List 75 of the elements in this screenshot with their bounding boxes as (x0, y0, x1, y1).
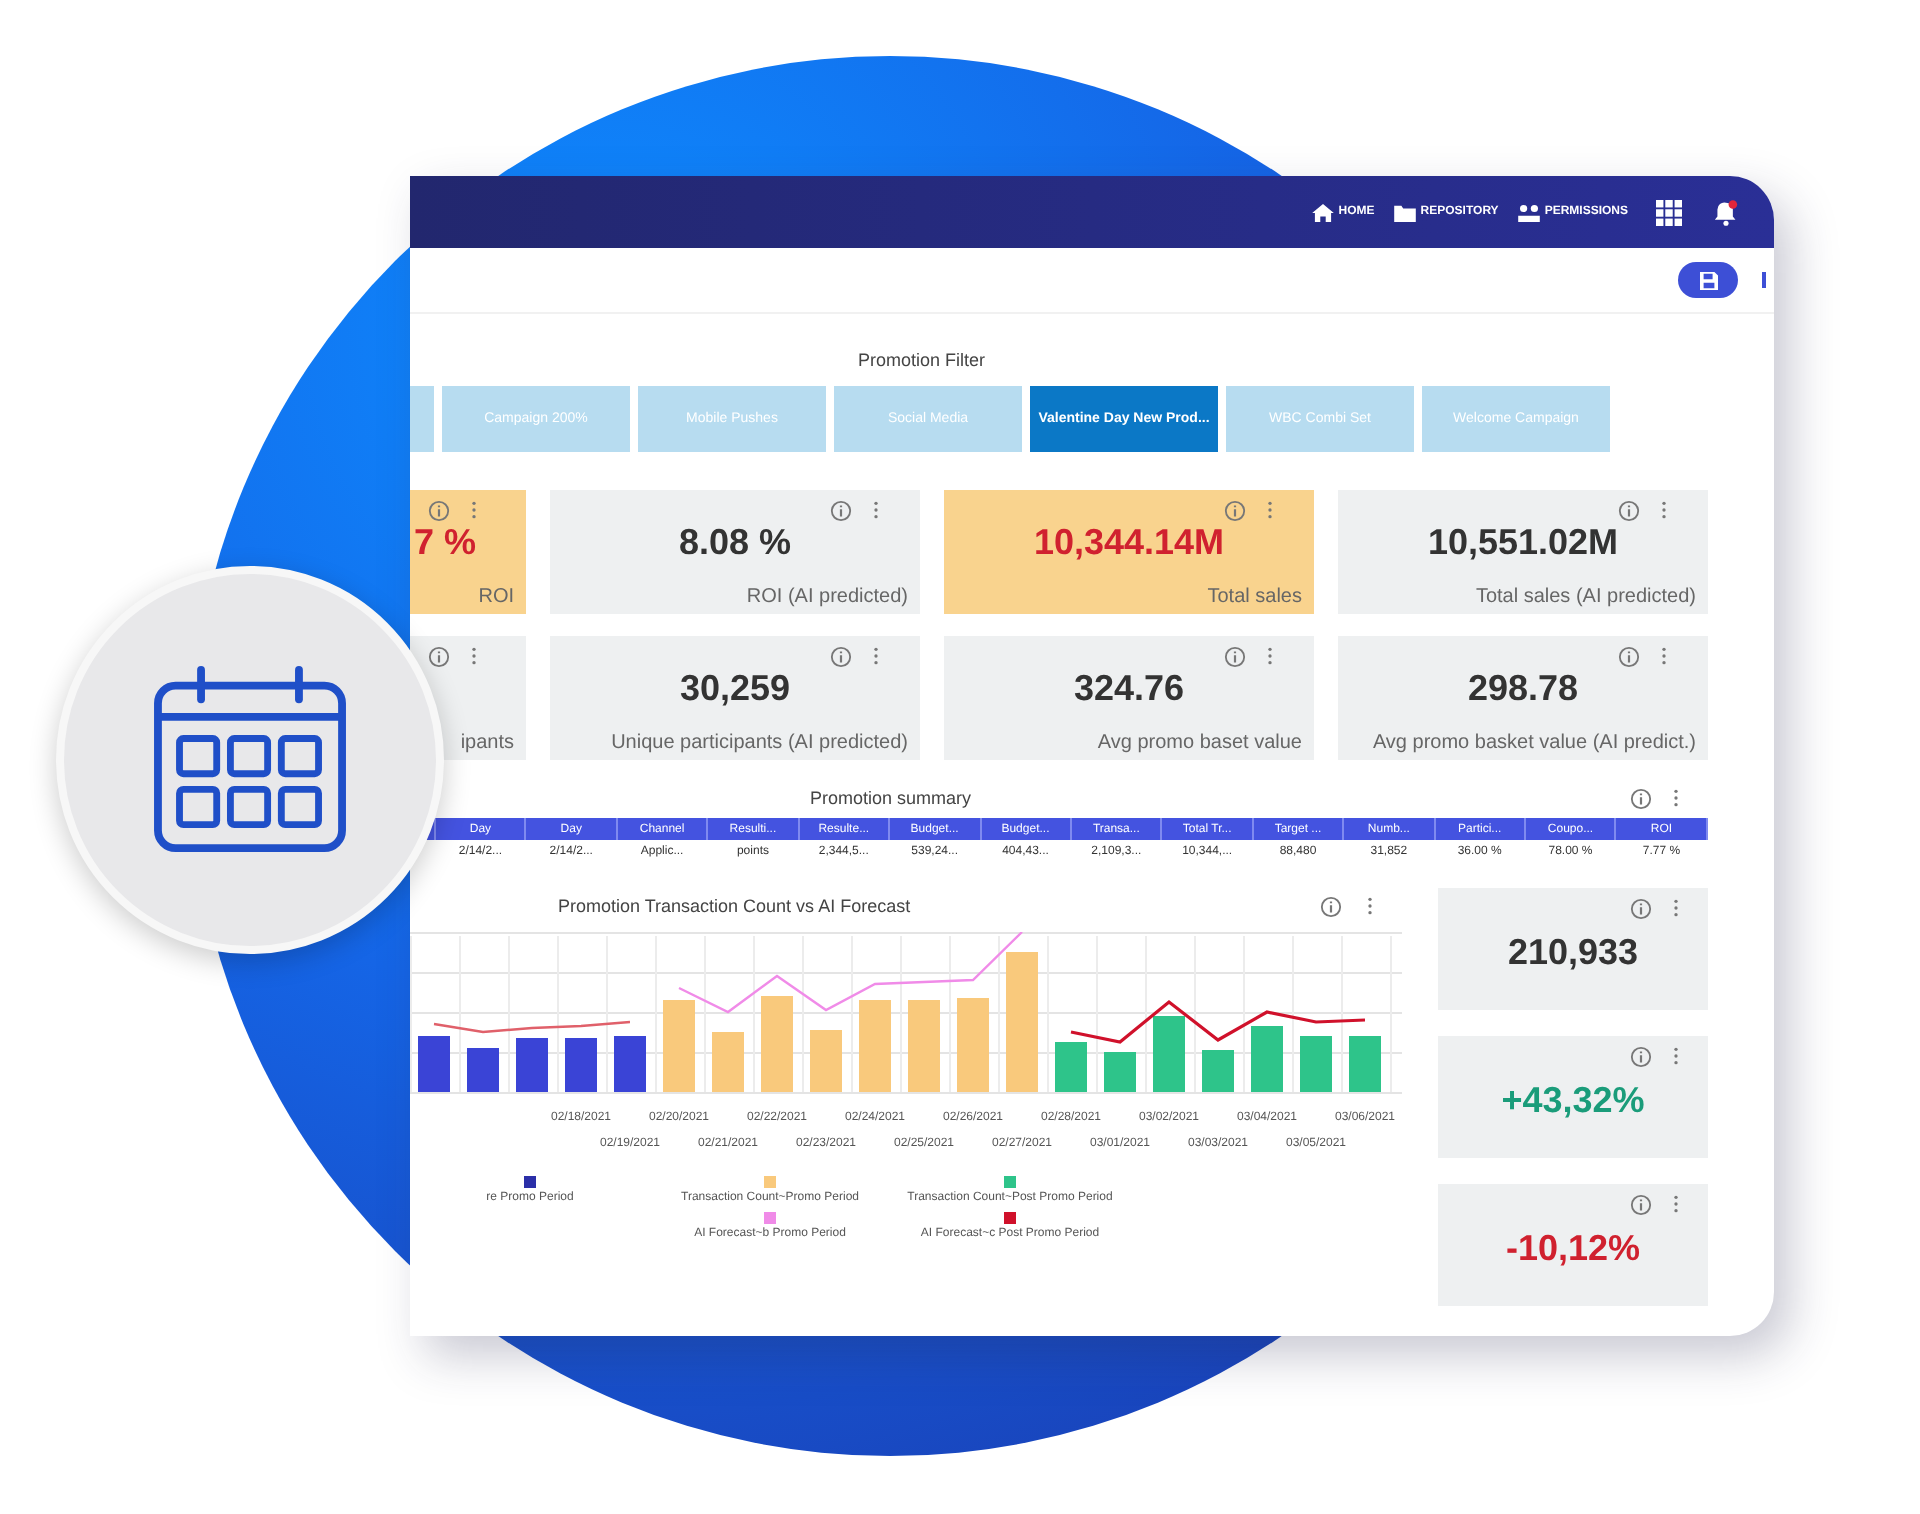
info-icon[interactable] (1320, 895, 1342, 917)
kpi-value: 30,259 (679, 666, 791, 712)
info-icon[interactable] (1630, 897, 1652, 919)
more-icon[interactable] (470, 646, 478, 666)
kpi-label: Avg promo baset value (1097, 732, 1302, 754)
bar (957, 998, 989, 1092)
info-icon[interactable] (1630, 1193, 1652, 1215)
more-icon[interactable] (1672, 1046, 1680, 1066)
chart-title: Promotion Transaction Count vs AI Forecast (558, 896, 911, 916)
calendar-icon (152, 666, 348, 854)
info-icon[interactable] (428, 645, 450, 667)
info-icon[interactable] (1618, 645, 1640, 667)
apps-grid-icon[interactable] (1656, 199, 1682, 225)
more-icon[interactable] (872, 500, 880, 520)
info-icon[interactable] (830, 499, 852, 521)
kpi-label: Avg promo basket value (AI predict.) (1372, 732, 1696, 754)
bar (1104, 1052, 1136, 1092)
bar (1006, 952, 1038, 1092)
bar (565, 1038, 597, 1092)
more-icon[interactable] (1672, 898, 1680, 918)
bar (1202, 1050, 1234, 1092)
kpi-label: Total sales (AI predicted) (1475, 586, 1696, 608)
kpi-value: 8.08 % (678, 520, 792, 566)
info-icon[interactable] (428, 499, 450, 521)
bar (859, 1000, 891, 1092)
info-icon[interactable] (1630, 787, 1652, 809)
kpi-value: 210,933 (1507, 932, 1639, 974)
info-icon[interactable] (1618, 499, 1640, 521)
kpi-value: 7 % (414, 520, 477, 566)
filter-title: Promotion Filter (856, 350, 988, 374)
bar (418, 1036, 450, 1092)
info-icon[interactable] (1224, 645, 1246, 667)
kpi-label: ROI (AI predicted) (746, 586, 908, 608)
folder-icon (1394, 203, 1417, 221)
bar (1153, 1016, 1185, 1092)
more-icon[interactable] (1672, 1194, 1680, 1214)
bar (908, 1000, 940, 1092)
kpi-value: 10,344.14M (1033, 520, 1225, 566)
bar (467, 1048, 499, 1092)
bar (663, 1000, 695, 1092)
kpi-value: 298.78 (1467, 666, 1579, 712)
kpi-value: +43,32% (1501, 1080, 1645, 1122)
more-icon[interactable] (1660, 500, 1668, 520)
kpi-value: -10,12% (1505, 1228, 1641, 1270)
notification-bell-icon[interactable] (1714, 199, 1738, 225)
table-title: Promotion summary (810, 788, 972, 808)
kpi-label: Total sales (1207, 586, 1302, 608)
bar (712, 1032, 744, 1092)
save-icon (1699, 271, 1717, 289)
more-icon[interactable] (1366, 896, 1374, 916)
more-icon[interactable] (470, 500, 478, 520)
save-button[interactable] (1678, 262, 1738, 298)
bar (614, 1036, 646, 1092)
bar (1251, 1026, 1283, 1092)
kpi-label: ROI (478, 586, 514, 608)
kpi-label: Unique participants (AI predicted) (611, 732, 908, 754)
bar (1300, 1036, 1332, 1092)
home-icon (1312, 203, 1335, 221)
bar (1055, 1042, 1087, 1092)
people-icon (1518, 203, 1541, 221)
more-icon[interactable] (1660, 646, 1668, 666)
kpi-value: 10,551.02M (1427, 520, 1619, 566)
info-icon[interactable] (1630, 1045, 1652, 1067)
bar (1349, 1036, 1381, 1092)
bar (761, 996, 793, 1092)
info-icon[interactable] (830, 645, 852, 667)
more-icon[interactable] (1266, 500, 1274, 520)
more-icon[interactable] (1672, 788, 1680, 808)
bar (810, 1030, 842, 1092)
more-icon[interactable] (872, 646, 880, 666)
more-icon[interactable] (1266, 646, 1274, 666)
bar (516, 1038, 548, 1092)
kpi-value: 324.76 (1073, 666, 1185, 712)
info-icon[interactable] (1224, 499, 1246, 521)
kpi-label: ipants (460, 732, 514, 754)
